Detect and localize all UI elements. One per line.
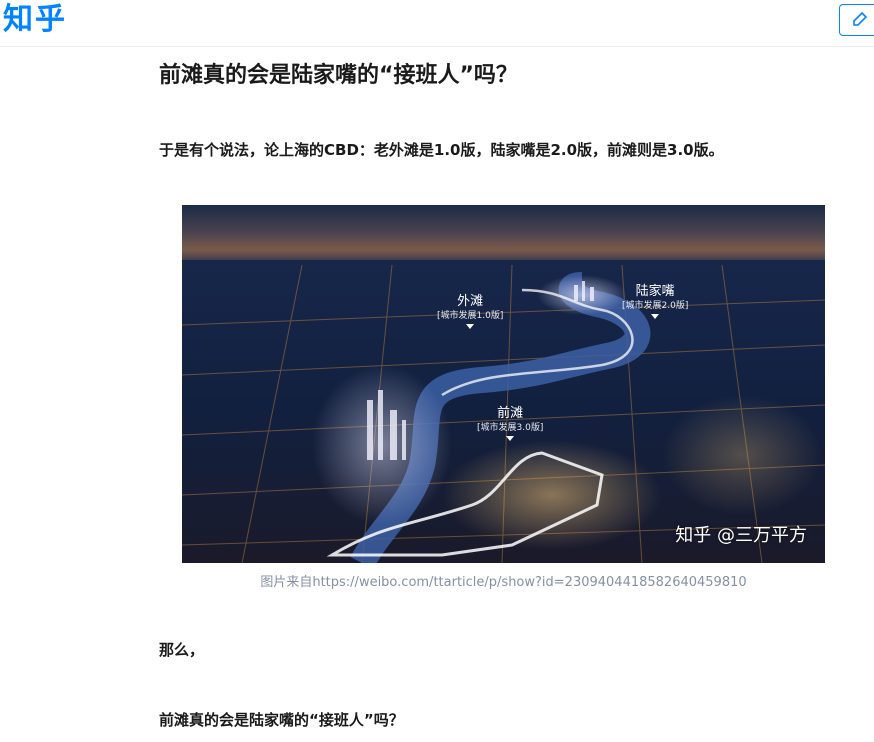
article-image[interactable]: 外滩 [城市发展1.0版] 陆家嘴 [城市发展2.0版] 前滩 [城市发展3.0… [182,205,825,563]
shanghai-night-aerial-photo [182,205,825,563]
label-qiantan: 前滩 [城市发展3.0版] [477,405,543,441]
label-lujiazui-sub: [城市发展2.0版] [622,301,689,311]
label-bund: 外滩 [城市发展1.0版] [437,293,503,329]
article-title: 前滩真的会是陆家嘴的“接班人”吗？ [159,63,518,88]
label-lujiazui: 陆家嘴 [城市发展2.0版] [622,283,688,319]
paragraph-cbd: 于是有个说法，论上海的CBD：老外滩是1.0版，陆家嘴是2.0版，前滩则是3.0… [159,141,724,159]
page: 知乎 前滩真的会是陆家嘴的“接班人”吗？ 于是有个说法，论上海的CBD：老外滩是… [0,0,874,742]
paragraph-question: 前滩真的会是陆家嘴的“接班人”吗？ [159,711,404,729]
pointer-down-icon [466,324,475,329]
write-button[interactable] [839,4,874,36]
pointer-down-icon [506,436,515,441]
label-bund-sub: [城市发展1.0版] [437,311,504,321]
top-bar: 知乎 [0,0,874,47]
image-watermark: 知乎 @三万平方 [675,525,807,546]
pointer-down-icon [651,314,660,319]
edit-icon [853,12,867,26]
label-qiantan-name: 前滩 [497,406,524,421]
label-bund-name: 外滩 [457,294,484,309]
paragraph-transition: 那么， [159,641,205,659]
label-qiantan-sub: [城市发展3.0版] [477,423,544,433]
label-lujiazui-name: 陆家嘴 [635,284,675,299]
image-caption: 图片来自https://weibo.com/ttarticle/p/show?i… [260,575,747,590]
zhihu-logo[interactable]: 知乎 [3,2,67,38]
